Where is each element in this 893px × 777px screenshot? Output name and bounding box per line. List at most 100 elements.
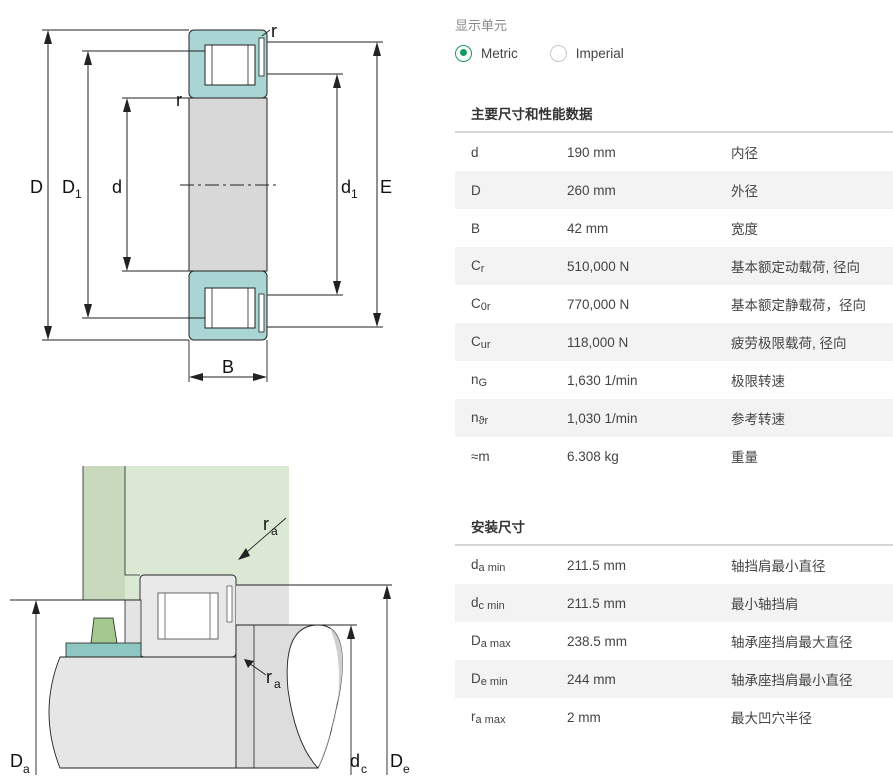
table-row: Cur 118,000 N 疲劳极限载荷, 径向 (455, 323, 893, 361)
row-symbol: Da max (455, 633, 567, 650)
table-row: d 190 mm 内径 (455, 133, 893, 171)
row-symbol-text: n (471, 409, 479, 425)
table-row: ra max 2 mm 最大凹穴半径 (455, 698, 893, 736)
row-symbol: B (455, 221, 567, 236)
bearing-section-drawing: D D 1 d d 1 E B r r (30, 21, 392, 382)
row-value: 770,000 N (567, 296, 630, 312)
label-r-mid: r (176, 90, 182, 110)
row-value: 260 mm (567, 182, 616, 198)
row-description: 轴挡肩最小直径 (731, 559, 826, 574)
row-value: 1,630 1/min (567, 372, 638, 388)
table-row: nG 1,630 1/min 极限转速 (455, 361, 893, 399)
row-symbol-subscript: r (480, 262, 485, 275)
label-Da-sub: a (23, 762, 30, 776)
row-symbol-text: C (471, 333, 481, 349)
unit-selector: Metric Imperial (455, 43, 656, 63)
table-row: D 260 mm 外径 (455, 171, 893, 209)
row-symbol-text: D (471, 182, 481, 198)
metric-radio-label[interactable]: Metric (481, 46, 518, 61)
row-symbol: De min (455, 671, 567, 688)
label-D1: D (62, 177, 75, 197)
label-De-sub: e (403, 762, 410, 776)
row-symbol: Cur (455, 334, 567, 351)
imperial-radio-circle[interactable] (549, 44, 567, 62)
table-row: nϑr 1,030 1/min 参考转速 (455, 399, 893, 437)
label-ra-top: r (263, 514, 269, 534)
row-symbol-text: C (471, 257, 481, 273)
table-row: ≈m 6.308 kg 重量 (455, 437, 893, 475)
row-symbol-subscript: ϑr (478, 414, 489, 427)
table-row: da min 211.5 mm 轴挡肩最小直径 (455, 546, 893, 584)
drawings-area: D D 1 d d 1 E B r r r a r a D a d c D e (0, 0, 440, 777)
label-B: B (222, 357, 234, 377)
imperial-radio[interactable]: Imperial (549, 44, 624, 62)
label-ra-bottom-sub: a (274, 677, 281, 691)
label-d1: d (341, 177, 351, 197)
label-d: d (112, 177, 122, 197)
row-description: 参考转速 (731, 412, 785, 427)
label-D1-sub: 1 (75, 187, 82, 201)
row-symbol: C0r (455, 296, 567, 313)
row-symbol-text: D (471, 632, 481, 648)
label-Da: D (10, 751, 23, 771)
row-symbol: dc min (455, 595, 567, 612)
label-E: E (380, 177, 392, 197)
row-symbol-text: ≈m (471, 448, 490, 464)
label-d1-sub: 1 (351, 187, 358, 201)
row-value: 2 mm (567, 709, 601, 725)
row-symbol: D (455, 183, 567, 198)
row-value: 190 mm (567, 144, 616, 160)
row-symbol: Cr (455, 258, 567, 275)
row-symbol-text: n (471, 371, 479, 387)
row-description: 轴承座挡肩最小直径 (731, 673, 853, 688)
row-value: 244 mm (567, 671, 616, 687)
row-symbol-subscript: a max (475, 713, 506, 726)
table-row: De min 244 mm 轴承座挡肩最小直径 (455, 660, 893, 698)
row-description: 基本额定静载荷，径向 (731, 298, 866, 313)
imperial-radio-label[interactable]: Imperial (576, 46, 624, 61)
row-symbol-subscript: a min (478, 561, 506, 574)
row-symbol-subscript: G (478, 376, 488, 389)
label-ra-bottom: r (266, 667, 272, 687)
row-symbol: nG (455, 372, 567, 389)
row-value: 1,030 1/min (567, 410, 638, 426)
table-row: C0r 770,000 N 基本额定静载荷，径向 (455, 285, 893, 323)
row-value: 510,000 N (567, 258, 630, 274)
mounting-dimensions-table: da min 211.5 mm 轴挡肩最小直径 dc min 211.5 mm 最小轴挡肩… (455, 546, 893, 736)
label-De: D (390, 751, 403, 771)
row-symbol-text: C (471, 295, 481, 311)
row-value: 6.308 kg (567, 448, 619, 464)
row-description: 重量 (731, 450, 758, 465)
row-symbol-text: d (471, 594, 479, 610)
label-dc-sub: c (361, 762, 367, 776)
main-dimensions-table: d 190 mm 内径 D 260 mm 外径 B 42 mm 宽度 Cr 510,000 N 基本额… (455, 133, 893, 475)
row-description: 疲劳极限载荷, 径向 (731, 336, 847, 351)
metric-radio[interactable]: Metric (455, 44, 518, 62)
row-value: 42 mm (567, 220, 609, 236)
row-value: 211.5 mm (567, 595, 627, 611)
row-value: 211.5 mm (567, 557, 627, 573)
row-symbol: d (455, 145, 567, 160)
row-symbol: ra max (455, 709, 567, 726)
row-symbol-text: d (471, 556, 479, 572)
row-symbol-subscript: ur (480, 338, 491, 351)
product-data-panel: 显示单元 Metric Imperial 主要尺寸和性能数据 d 190 mm 内径… (455, 0, 893, 777)
main-dimensions-title: 主要尺寸和性能数据 (471, 107, 593, 122)
row-symbol-subscript: e min (480, 675, 508, 688)
table-row: B 42 mm 宽度 (455, 209, 893, 247)
table-row: Da max 238.5 mm 轴承座挡肩最大直径 (455, 622, 893, 660)
label-ra-top-sub: a (271, 524, 278, 538)
row-description: 最大凹穴半径 (731, 711, 812, 726)
label-dc: d (350, 751, 360, 771)
label-r-top: r (271, 21, 277, 41)
label-D: D (30, 177, 43, 197)
row-description: 基本额定动载荷, 径向 (731, 260, 861, 275)
row-symbol-text: d (471, 144, 479, 160)
row-description: 内径 (731, 146, 758, 161)
unit-selector-title: 显示单元 (455, 18, 508, 33)
row-description: 最小轴挡肩 (731, 597, 799, 612)
row-value: 238.5 mm (567, 633, 628, 649)
metric-radio-circle[interactable] (455, 44, 472, 62)
row-description: 轴承座挡肩最大直径 (731, 635, 853, 650)
row-symbol-subscript: 0r (480, 300, 491, 313)
